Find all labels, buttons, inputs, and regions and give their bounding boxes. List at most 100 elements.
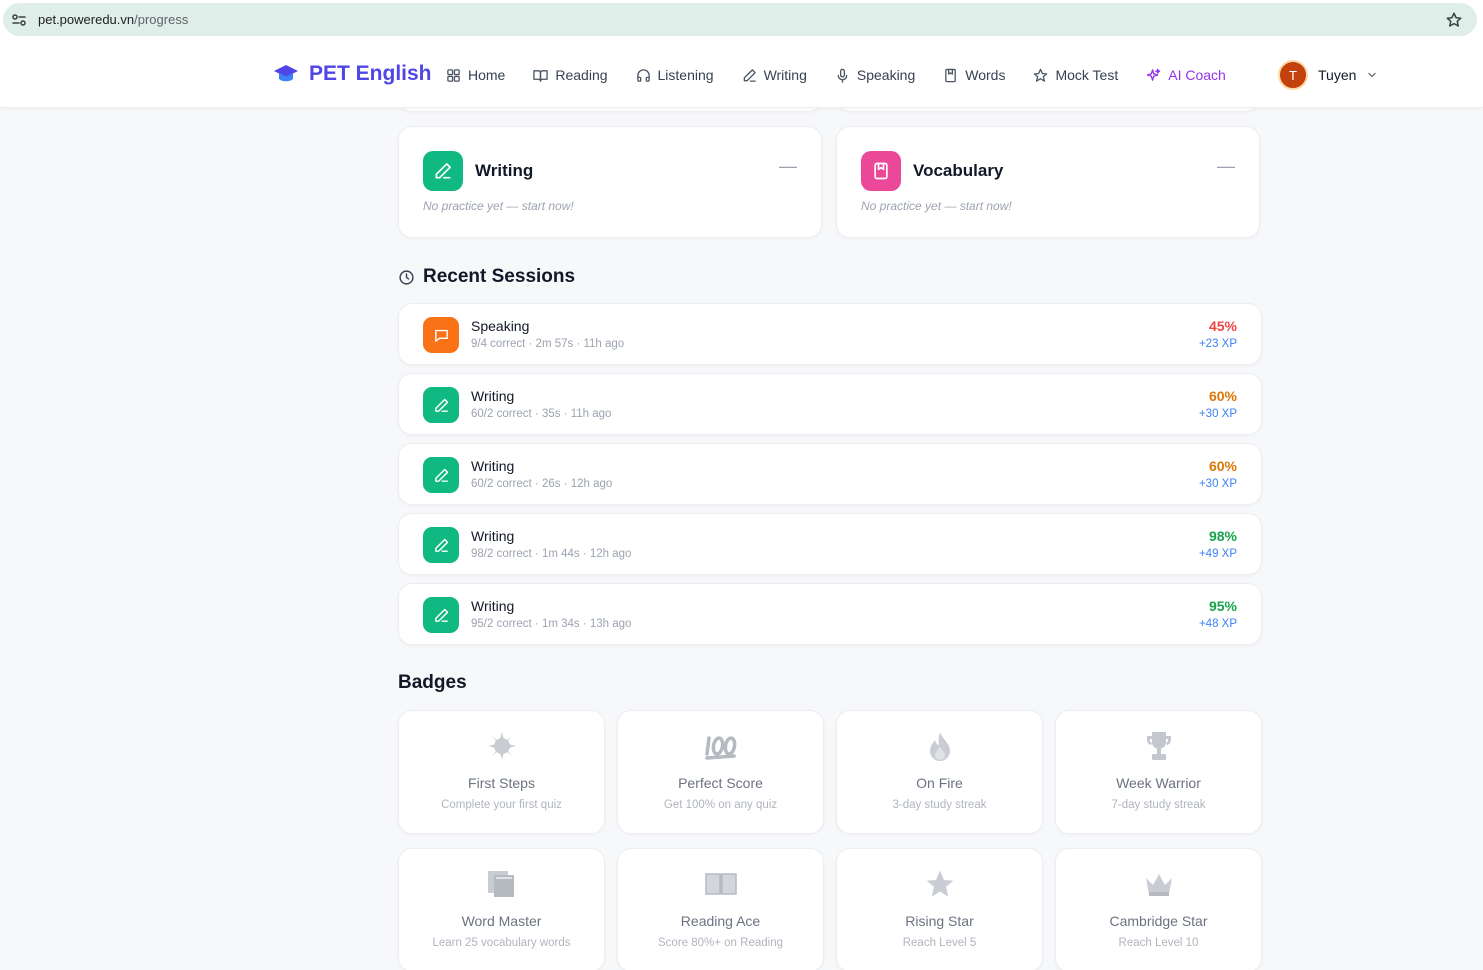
badge-desc: Complete your first quiz (441, 799, 562, 811)
pencil-icon (423, 387, 459, 423)
pencil-icon (423, 457, 459, 493)
site-settings-icon[interactable] (11, 12, 27, 28)
session-meta: 98/2 correct · 1m 44s · 12h ago (471, 548, 632, 560)
badge-title: Week Warrior (1116, 775, 1201, 791)
page-content: Writing — No practice yet — start now! V… (0, 42, 1483, 970)
badge-card[interactable]: Week Warrior 7-day study streak (1055, 710, 1262, 834)
session-row[interactable]: Writing 95/2 correct · 1m 34s · 13h ago … (398, 583, 1262, 645)
badge-title: Rising Star (905, 913, 974, 929)
pencil-icon (423, 597, 459, 633)
nav-item-mock-test[interactable]: Mock Test (1033, 67, 1118, 83)
badge-title: Perfect Score (678, 775, 763, 791)
skill-title: Writing (475, 161, 534, 180)
badge-desc: Reach Level 10 (1118, 937, 1199, 949)
session-xp: +49 XP (1198, 548, 1237, 560)
nav-links: Home Reading Listening Writing Speaking … (446, 42, 1254, 108)
skill-card-vocabulary[interactable]: Vocabulary — No practice yet — start now… (836, 126, 1260, 238)
session-row[interactable]: Writing 60/2 correct · 26s · 12h ago 60%… (398, 443, 1262, 505)
session-row[interactable]: Writing 98/2 correct · 1m 44s · 12h ago … (398, 513, 1262, 575)
user-menu[interactable]: T Tuyen (1278, 60, 1378, 90)
nav-item-label: Speaking (856, 67, 916, 83)
brand-name: PET English (309, 62, 432, 85)
badge-title: On Fire (916, 775, 963, 791)
session-meta: 60/2 correct · 35s · 11h ago (471, 408, 612, 420)
badge-desc: Score 80%+ on Reading (658, 937, 783, 949)
badge-card[interactable]: First Steps Complete your first quiz (398, 710, 605, 834)
skill-score-dash: — (1217, 156, 1235, 176)
session-meta: 9/4 correct · 2m 57s · 11h ago (471, 338, 625, 350)
url-path: /progress (134, 12, 189, 27)
brand-logo[interactable]: PET English (273, 62, 432, 86)
badge-card[interactable]: On Fire 3-day study streak (836, 710, 1043, 834)
skill-note: No practice yet — start now! (861, 199, 1012, 213)
url-text[interactable]: pet.poweredu.vn/progress (38, 12, 188, 27)
chevron-down-icon (1368, 72, 1377, 78)
badge-title: Cambridge Star (1109, 913, 1208, 929)
graduation-cap-icon (274, 65, 298, 82)
sparkle-burst-icon (399, 729, 604, 763)
url-field[interactable]: pet.poweredu.vn/progress (3, 3, 1477, 36)
grid-icon (447, 68, 460, 82)
badge-card[interactable]: Rising Star Reach Level 5 (836, 848, 1043, 970)
session-meta: 60/2 correct · 26s · 12h ago (471, 478, 613, 490)
badge-desc: 7-day study streak (1111, 799, 1206, 811)
pencil-icon (423, 151, 463, 191)
badge-card[interactable]: Reading Ace Score 80%+ on Reading (617, 848, 824, 970)
url-host: pet.poweredu.vn (38, 12, 135, 27)
trophy-icon (1056, 729, 1261, 763)
nav-item-speaking[interactable]: Speaking (835, 67, 915, 83)
book-open-icon (533, 69, 549, 82)
badge-card[interactable]: Cambridge Star Reach Level 10 (1055, 848, 1262, 970)
top-navigation: PET English Home Reading Listening Writi… (0, 42, 1483, 108)
session-title: Writing (471, 388, 515, 404)
sparkles-icon (1146, 68, 1161, 81)
headphones-icon (636, 68, 650, 82)
badge-desc: 3-day study streak (892, 799, 987, 811)
flame-icon (837, 729, 1042, 763)
pencil-icon (423, 527, 459, 563)
skill-card-writing[interactable]: Writing — No practice yet — start now! (398, 126, 822, 238)
badge-title: Reading Ace (680, 913, 761, 929)
nav-item-label: Mock Test (1055, 67, 1119, 83)
session-xp: +30 XP (1198, 408, 1237, 420)
bookmark-book-icon (945, 68, 957, 82)
session-row[interactable]: Speaking 9/4 correct · 2m 57s · 11h ago … (398, 303, 1262, 365)
recent-sessions-heading: Recent Sessions (398, 266, 575, 288)
nav-item-words[interactable]: Words (943, 67, 1005, 83)
session-title: Writing (471, 528, 515, 544)
user-name: Tuyen (1318, 67, 1357, 83)
nav-item-home[interactable]: Home (446, 67, 505, 83)
nav-item-writing[interactable]: Writing (742, 67, 807, 83)
badge-desc: Reach Level 5 (902, 937, 977, 949)
nav-item-label: Reading (555, 67, 608, 83)
nav-item-listening[interactable]: Listening (636, 67, 714, 83)
session-title: Speaking (471, 318, 530, 334)
session-score: 45% (1208, 318, 1237, 334)
badge-desc: Get 100% on any quiz (663, 799, 778, 811)
nav-item-reading[interactable]: Reading (533, 67, 608, 83)
badges-title: Badges (398, 672, 467, 693)
session-score: 95% (1208, 598, 1237, 614)
badge-title: Word Master (461, 913, 542, 929)
session-xp: +30 XP (1198, 478, 1237, 490)
badge-card[interactable]: Perfect Score Get 100% on any quiz (617, 710, 824, 834)
badge-desc: Learn 25 vocabulary words (432, 937, 571, 949)
clock-icon (399, 269, 414, 285)
session-title: Writing (471, 458, 515, 474)
session-title: Writing (471, 598, 515, 614)
bookmark-book-icon (861, 151, 901, 191)
star-icon (837, 867, 1042, 901)
session-score: 60% (1208, 388, 1237, 404)
skill-score-dash: — (779, 156, 797, 176)
open-book-icon (618, 867, 823, 901)
nav-item-ai-coach[interactable]: AI Coach (1146, 67, 1226, 83)
session-xp: +48 XP (1198, 618, 1237, 630)
browser-address-bar: pet.poweredu.vn/progress (0, 0, 1483, 42)
session-row[interactable]: Writing 60/2 correct · 35s · 11h ago 60%… (398, 373, 1262, 435)
session-score: 60% (1208, 458, 1237, 474)
books-icon (399, 867, 604, 901)
badge-card[interactable]: Word Master Learn 25 vocabulary words (398, 848, 605, 970)
nav-item-label: Listening (657, 67, 714, 83)
avatar: T (1278, 60, 1308, 90)
bookmark-star-icon[interactable] (1445, 11, 1463, 29)
